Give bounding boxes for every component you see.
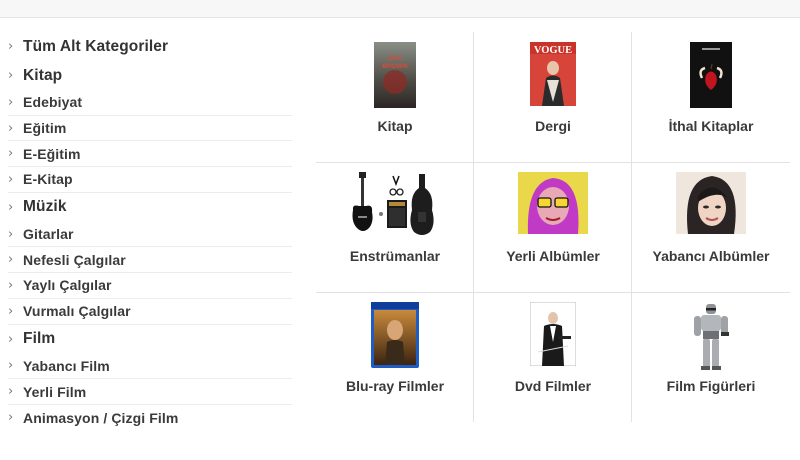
- chevron-right-icon: ›: [8, 252, 14, 268]
- instruments-icon: [352, 172, 434, 235]
- sidebar-item-label: Film: [23, 330, 56, 347]
- sidebar-item-yabanci-film[interactable]: › Yabancı Film: [8, 354, 292, 380]
- category-card-film-figurleri[interactable]: Film Figürleri: [632, 292, 790, 422]
- svg-text:BROWN: BROWN: [382, 63, 408, 70]
- category-label: Enstrümanlar: [349, 248, 441, 264]
- category-label: Dvd Filmler: [514, 378, 592, 394]
- category-card-ithal-kitaplar[interactable]: İthal Kitaplar: [632, 32, 790, 162]
- foreign-album-cover-icon: [676, 172, 746, 234]
- sidebar-item-egitim[interactable]: › Eğitim: [8, 116, 292, 142]
- sidebar-item-film[interactable]: › Film: [8, 325, 292, 354]
- sidebar-item-kitap[interactable]: › Kitap: [8, 61, 292, 90]
- sidebar-item-label: Kitap: [23, 66, 63, 84]
- sidebar-item-label: Yabancı Film: [23, 357, 110, 374]
- chevron-right-icon: ›: [8, 331, 14, 347]
- category-label: Dergi: [535, 118, 571, 134]
- sidebar-item-gitarlar[interactable]: › Gitarlar: [8, 222, 292, 248]
- sidebar-item-label: Gitarlar: [23, 226, 74, 243]
- dvd-case-icon: [530, 302, 576, 366]
- category-card-yabanci-albumler[interactable]: Yabancı Albümler: [632, 162, 790, 292]
- chevron-right-icon: ›: [8, 171, 14, 187]
- chevron-right-icon: ›: [8, 94, 14, 110]
- bluray-case-icon: [371, 302, 419, 368]
- category-label: Kitap: [377, 118, 413, 134]
- sidebar-item-label: Tüm Alt Kategoriler: [23, 37, 169, 55]
- chevron-right-icon: ›: [8, 146, 14, 162]
- magazine-cover-icon: VOGUE: [530, 42, 576, 106]
- sidebar-item-all-subcategories[interactable]: › Tüm Alt Kategoriler: [8, 32, 292, 61]
- category-label: Yerli Albümler: [506, 248, 600, 264]
- category-grid: DAN BROWN Kitap VOGUE Dergi İthal Kitapl…: [316, 32, 790, 422]
- sidebar-item-label: Yaylı Çalgılar: [23, 277, 112, 294]
- svg-text:DAN: DAN: [389, 56, 402, 62]
- chevron-right-icon: ›: [8, 303, 14, 319]
- imported-book-cover-icon: [690, 42, 732, 108]
- chevron-right-icon: ›: [8, 199, 14, 215]
- chevron-right-icon: ›: [8, 120, 14, 136]
- category-card-dvd-filmler[interactable]: Dvd Filmler: [474, 292, 632, 422]
- chevron-right-icon: ›: [8, 68, 14, 83]
- category-card-kitap[interactable]: DAN BROWN Kitap: [316, 32, 474, 162]
- category-card-bluray-filmler[interactable]: Blu-ray Filmler: [316, 292, 474, 422]
- category-card-enstrumanlar[interactable]: Enstrümanlar: [316, 162, 474, 292]
- robot-figure-icon: [694, 304, 729, 370]
- category-label: Yabancı Albümler: [652, 248, 770, 264]
- category-label: İthal Kitaplar: [668, 118, 754, 134]
- category-label: Film Figürleri: [666, 378, 756, 394]
- chevron-right-icon: ›: [8, 384, 14, 400]
- chevron-right-icon: ›: [8, 410, 14, 426]
- sidebar-item-label: Yerli Film: [23, 383, 87, 400]
- chevron-right-icon: ›: [8, 277, 14, 293]
- sidebar-item-label: Edebiyat: [23, 94, 83, 111]
- svg-text:VOGUE: VOGUE: [534, 45, 572, 56]
- category-card-dergi[interactable]: VOGUE Dergi: [474, 32, 632, 162]
- local-album-cover-icon: [518, 172, 588, 234]
- chevron-right-icon: ›: [8, 226, 14, 242]
- sidebar-item-e-egitim[interactable]: › E-Eğitim: [8, 141, 292, 168]
- sidebar-item-yerli-film[interactable]: › Yerli Film: [8, 379, 292, 405]
- sidebar-item-label: E-Eğitim: [23, 145, 81, 162]
- sidebar-item-label: Nefesli Çalgılar: [23, 251, 126, 268]
- sidebar-item-label: Animasyon / Çizgi Film: [23, 409, 179, 426]
- sidebar-item-nefesli-calgilar[interactable]: › Nefesli Çalgılar: [8, 247, 292, 274]
- sidebar-item-label: E-Kitap: [23, 171, 73, 188]
- sidebar-item-animasyon-cizgi-film[interactable]: › Animasyon / Çizgi Film: [8, 405, 292, 431]
- category-card-yerli-albumler[interactable]: Yerli Albümler: [474, 162, 632, 292]
- sidebar-item-yayli-calgilar[interactable]: › Yaylı Çalgılar: [8, 273, 292, 299]
- sidebar-item-e-kitap[interactable]: › E-Kitap: [8, 167, 292, 193]
- sidebar-item-label: Müzik: [23, 198, 67, 216]
- top-bar: [0, 0, 800, 18]
- book-cover-icon: DAN BROWN: [374, 42, 416, 108]
- chevron-right-icon: ›: [8, 39, 14, 54]
- category-sidebar: › Tüm Alt Kategoriler › Kitap › Edebiyat › E…: [8, 32, 292, 431]
- sidebar-item-label: Eğitim: [23, 120, 67, 137]
- sidebar-item-label: Vurmalı Çalgılar: [23, 303, 131, 320]
- category-label: Blu-ray Filmler: [345, 378, 445, 394]
- sidebar-item-edebiyat[interactable]: › Edebiyat: [8, 90, 292, 116]
- chevron-right-icon: ›: [8, 358, 14, 374]
- sidebar-item-muzik[interactable]: › Müzik: [8, 193, 292, 222]
- sidebar-item-vurmali-calgilar[interactable]: › Vurmalı Çalgılar: [8, 299, 292, 325]
